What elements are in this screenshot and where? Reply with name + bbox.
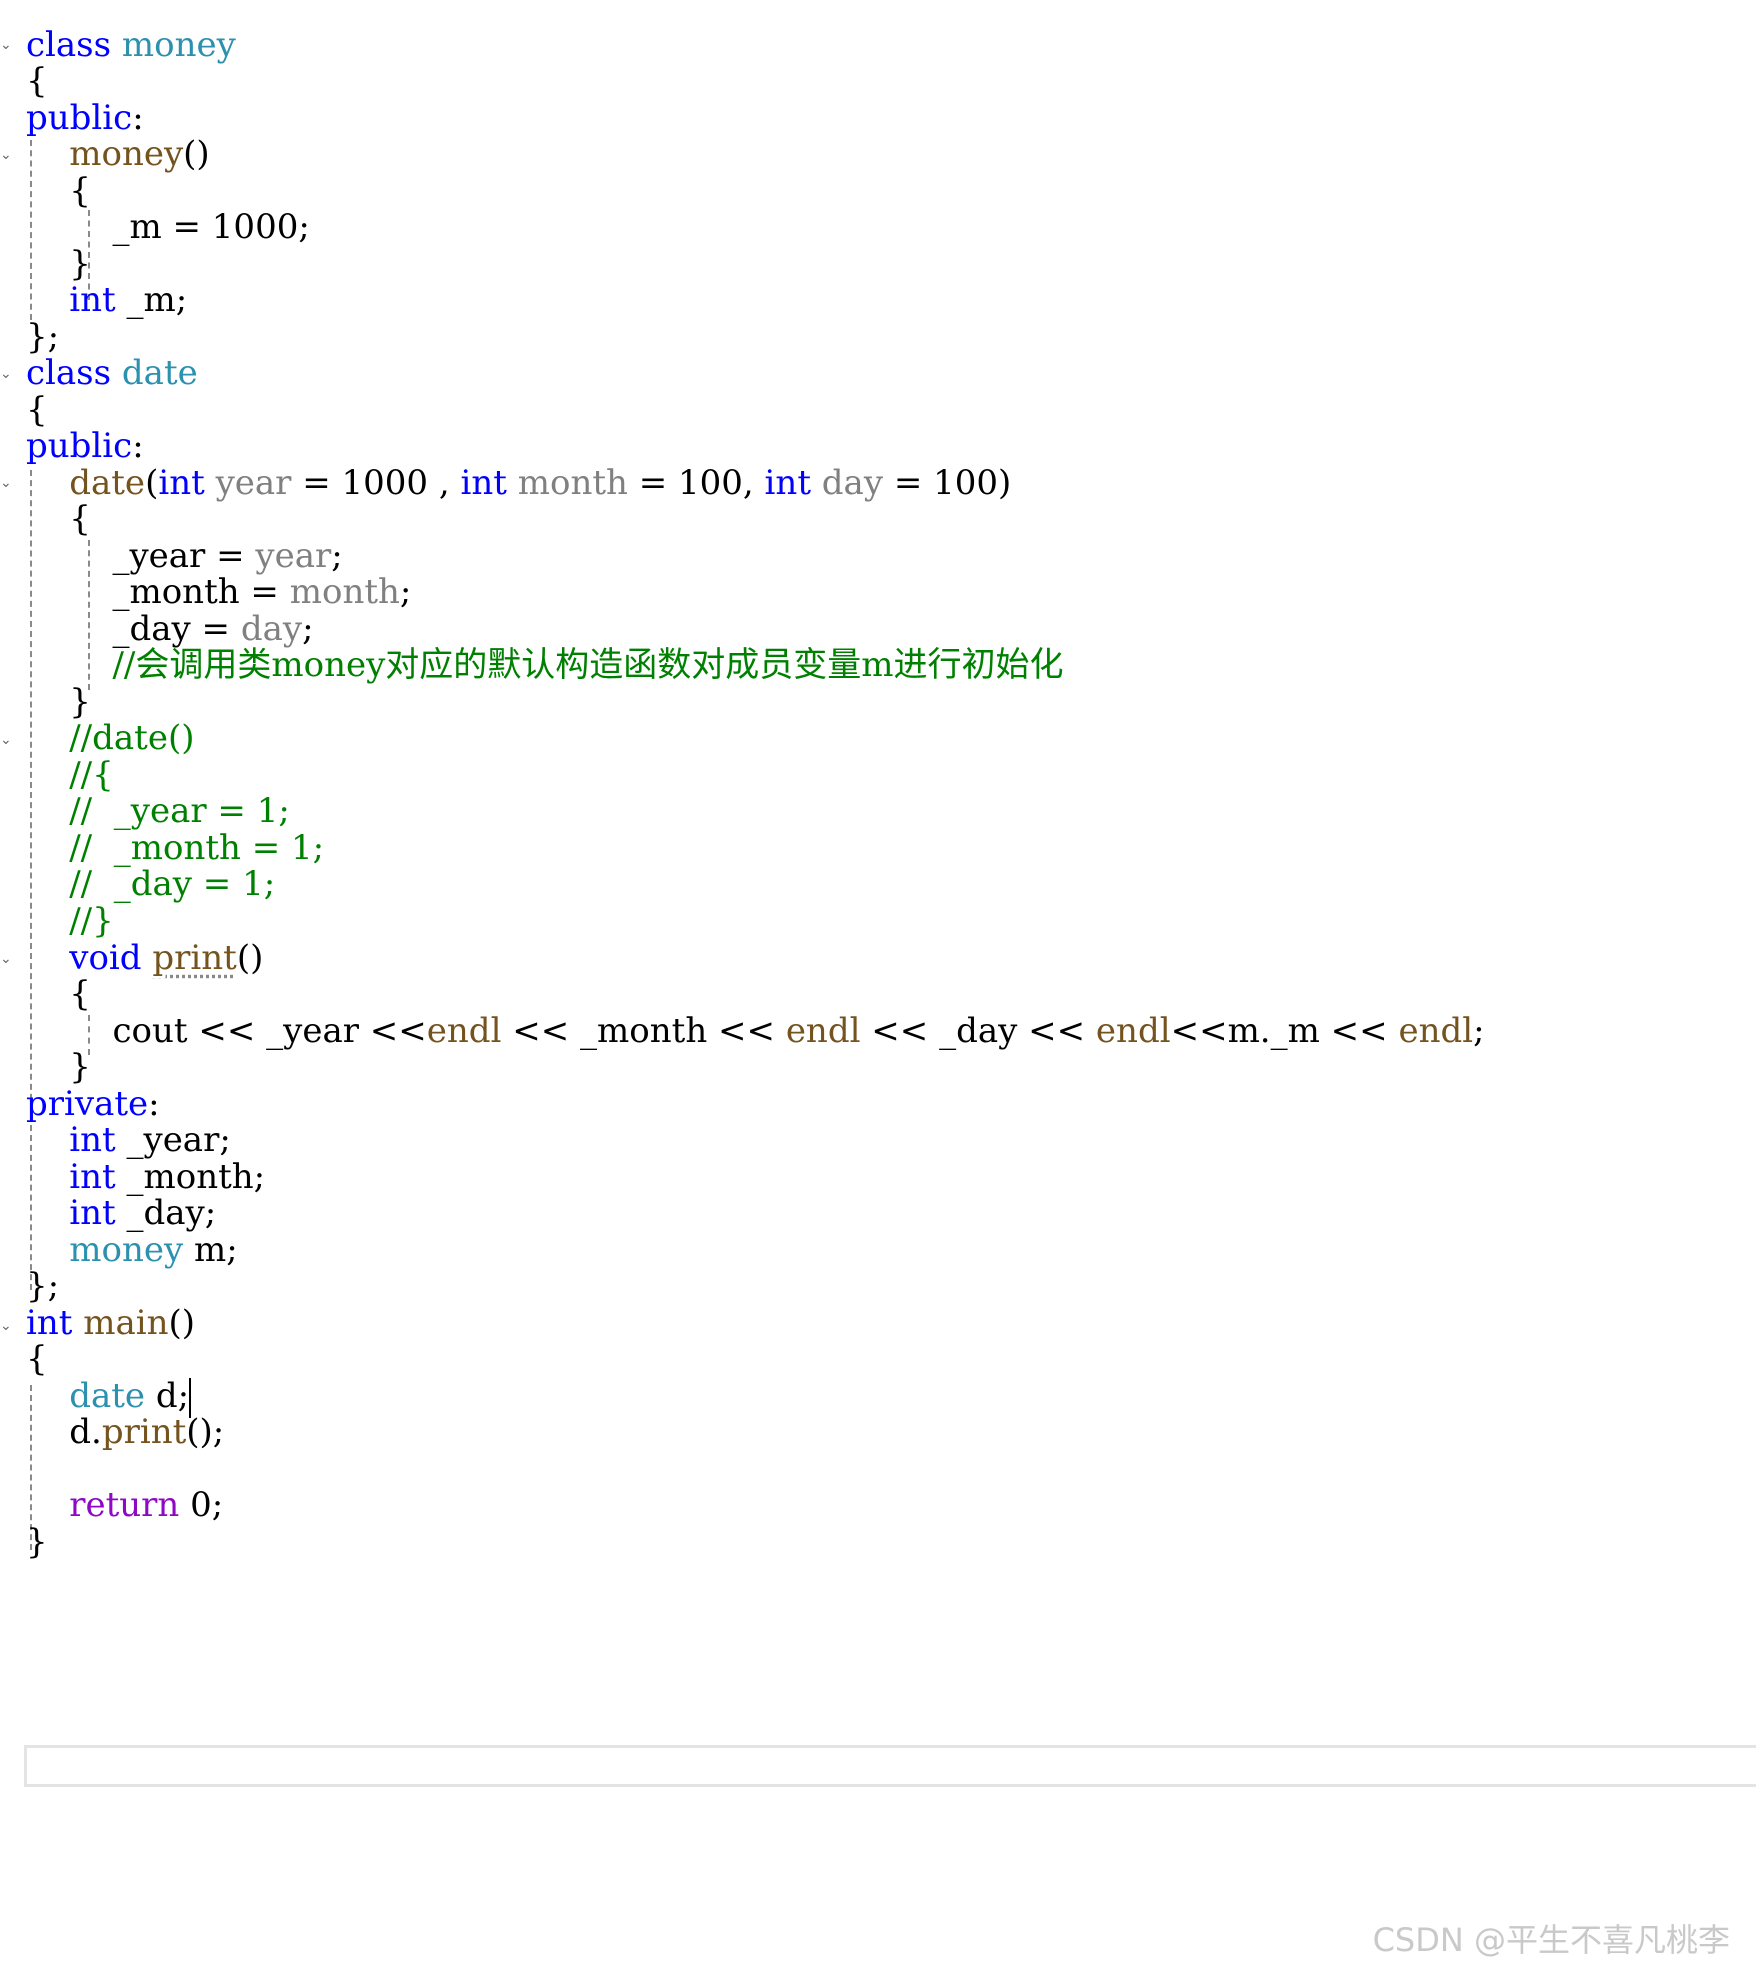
code-editor[interactable]: ⌄ ⌄ ⌄ ⌄ ⌄ ⌄ ⌄ class money { public: mone…	[0, 0, 1756, 1979]
fold-marker[interactable]: ⌄	[0, 476, 12, 490]
code-line-39[interactable]: d.print();	[26, 1409, 224, 1455]
code-line-28[interactable]: cout << _year <<endl << _month << endl <…	[26, 1008, 1484, 1054]
fold-marker[interactable]: ⌄	[0, 952, 12, 966]
fold-marker[interactable]: ⌄	[0, 148, 12, 162]
code-line-36[interactable]: int main()	[26, 1300, 195, 1346]
code-line-41[interactable]: return 0;	[26, 1482, 223, 1528]
code-line-42[interactable]: }	[26, 1519, 48, 1565]
code-line-18[interactable]: //会调用类money对应的默认构造函数对成员变量m进行初始化	[26, 642, 1063, 688]
code-line-1[interactable]: class money	[26, 22, 236, 68]
code-line-13[interactable]: date(int year = 1000 , int month = 100, …	[26, 460, 1011, 506]
fold-marker[interactable]: ⌄	[0, 38, 12, 52]
watermark: CSDN @平生不喜凡桃李	[1372, 1921, 1730, 1959]
fold-marker[interactable]: ⌄	[0, 733, 12, 747]
fold-marker[interactable]: ⌄	[0, 1319, 12, 1333]
fold-marker[interactable]: ⌄	[0, 367, 12, 381]
code-line-10[interactable]: class date	[26, 350, 198, 396]
current-line-highlight	[24, 1745, 1756, 1787]
